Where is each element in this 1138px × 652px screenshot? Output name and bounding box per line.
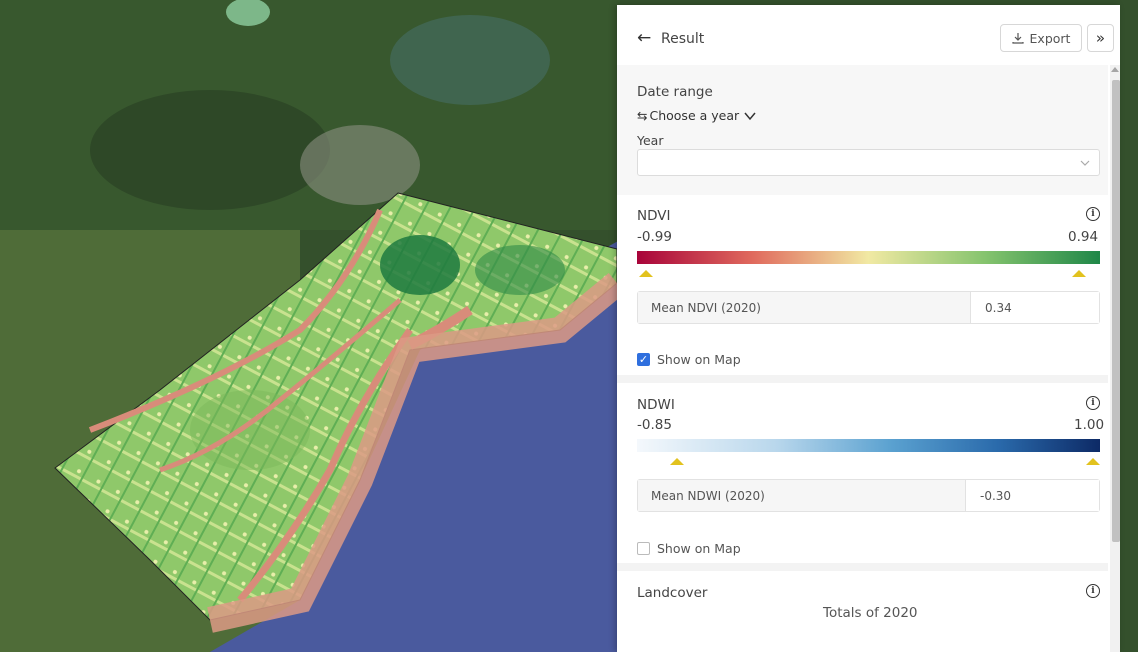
ndvi-mean-value: 0.34: [971, 292, 1099, 323]
ndvi-mean-label: Mean NDVI (2020): [638, 292, 971, 323]
ndwi-mean-label: Mean NDWI (2020): [638, 480, 966, 511]
ndvi-max: 0.94: [1068, 229, 1099, 245]
check-icon: ✓: [638, 353, 649, 366]
ndwi-show-on-map-checkbox[interactable]: [637, 542, 650, 555]
swap-icon: ⇆: [637, 108, 648, 123]
chevron-down-icon: [744, 112, 756, 120]
ndwi-min-handle[interactable]: [670, 458, 684, 465]
date-range-section: Date range ⇆ Choose a year Year: [617, 65, 1108, 195]
year-label: Year: [637, 133, 664, 148]
section-divider: [617, 375, 1108, 383]
ndwi-title: NDWI: [637, 397, 675, 413]
ndvi-max-handle[interactable]: [1072, 270, 1086, 277]
double-chevron-right-icon: »: [1095, 29, 1106, 47]
info-icon[interactable]: i: [1086, 396, 1100, 410]
ndvi-min-handle[interactable]: [639, 270, 653, 277]
ndwi-section: NDWI i -0.85 1.00 Mean NDWI (2020) -0.30…: [617, 383, 1108, 563]
ndwi-mean-box: Mean NDWI (2020) -0.30: [637, 479, 1100, 512]
scroll-up-icon[interactable]: [1111, 67, 1119, 72]
landcover-section: Landcover i Totals of 2020: [617, 571, 1108, 652]
ndvi-show-on-map-checkbox[interactable]: ✓: [637, 353, 650, 366]
collapse-panel-button[interactable]: »: [1087, 24, 1114, 52]
ndwi-color-ramp: [637, 439, 1100, 452]
export-label: Export: [1029, 30, 1071, 46]
ndvi-title: NDVI: [637, 208, 671, 224]
ndwi-mean-value: -0.30: [966, 480, 1099, 511]
export-button[interactable]: Export: [1000, 24, 1082, 52]
date-range-title: Date range: [637, 84, 713, 100]
chevron-down-icon: [1080, 160, 1090, 166]
ndvi-color-ramp: [637, 251, 1100, 264]
ndvi-min: -0.99: [637, 229, 672, 245]
year-select[interactable]: [637, 149, 1100, 176]
ndvi-mean-box: Mean NDVI (2020) 0.34: [637, 291, 1100, 324]
result-panel: ← Result Export » Date range ⇆ Choose a …: [617, 5, 1120, 652]
info-icon[interactable]: i: [1086, 207, 1100, 221]
info-icon[interactable]: i: [1086, 584, 1100, 598]
ndwi-max: 1.00: [1074, 417, 1105, 433]
panel-scrollbar[interactable]: [1110, 65, 1120, 652]
ndwi-max-handle[interactable]: [1086, 458, 1100, 465]
year-mode-label: Choose a year: [649, 108, 740, 123]
download-icon: [1011, 33, 1024, 44]
scrollbar-thumb[interactable]: [1112, 80, 1120, 542]
ndvi-show-on-map-label: Show on Map: [657, 352, 741, 367]
section-divider: [617, 563, 1108, 571]
panel-title: Result: [661, 31, 705, 47]
ndvi-section: NDVI i -0.99 0.94 Mean NDVI (2020) 0.34 …: [617, 197, 1108, 375]
arrow-left-icon[interactable]: ←: [637, 29, 651, 47]
panel-header: ← Result Export »: [617, 5, 1120, 65]
ndwi-show-on-map-label: Show on Map: [657, 541, 741, 556]
ndwi-min: -0.85: [637, 417, 672, 433]
landcover-title: Landcover: [637, 585, 708, 601]
landcover-subtitle: Totals of 2020: [823, 605, 918, 621]
year-mode-toggle[interactable]: ⇆ Choose a year: [637, 108, 756, 123]
